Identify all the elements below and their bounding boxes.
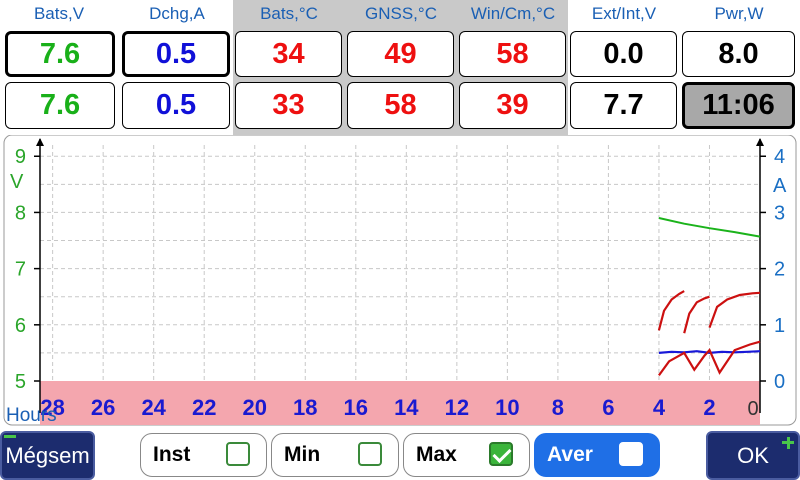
x-tick-label: 6 xyxy=(602,395,614,420)
ok-button-label: OK xyxy=(737,443,769,468)
value-bats-v-2[interactable]: 7.6 xyxy=(5,82,115,129)
toggle-min[interactable]: Min xyxy=(271,433,399,477)
bottom-toolbar xyxy=(0,428,800,480)
value-gnss-c-2[interactable]: 58 xyxy=(347,82,454,129)
value-ext-int-v-2[interactable]: 7.7 xyxy=(570,82,677,129)
left-tick-label: 5 xyxy=(15,371,26,393)
x-tick-label: 0 xyxy=(747,398,758,420)
x-tick-label: 22 xyxy=(192,395,216,420)
clock-display[interactable]: 11:06 xyxy=(682,82,795,129)
x-tick-label: 24 xyxy=(141,395,166,420)
toggle-aver[interactable]: Aver xyxy=(534,433,660,477)
toggle-max-label: Max xyxy=(416,443,457,466)
value-bats-c-1[interactable]: 34 xyxy=(235,31,342,77)
left-tick-label: 8 xyxy=(15,202,26,224)
x-tick-label: 20 xyxy=(242,395,266,420)
left-axis-unit: V xyxy=(10,171,24,193)
right-tick-label: 4 xyxy=(774,146,785,168)
history-chart[interactable]: 56789V01234A28 26 24 22 20 18 16 14 12 10 8 6 4 2 0Hou… xyxy=(0,135,800,428)
x-tick-label: 26 xyxy=(91,395,115,420)
cancel-button[interactable]: Mégsem xyxy=(0,431,95,480)
value-win-cm-c-2[interactable]: 39 xyxy=(459,82,566,129)
left-tick-label: 9 xyxy=(15,146,26,168)
value-dchg-a-2[interactable]: 0.5 xyxy=(122,82,230,129)
ok-button[interactable]: OK xyxy=(706,431,800,480)
left-tick-label: 7 xyxy=(15,259,26,281)
toggle-aver-label: Aver xyxy=(547,443,593,466)
x-tick-label: 14 xyxy=(394,395,419,420)
x-axis-label: Hours xyxy=(6,405,57,426)
checkbox-checked-icon[interactable] xyxy=(489,442,513,466)
x-tick-label: 2 xyxy=(703,395,715,420)
right-axis-unit: A xyxy=(773,175,787,197)
x-tick-label: 10 xyxy=(495,395,519,420)
x-tick-label: 18 xyxy=(293,395,317,420)
header-win-cm-c: Win/Cm,°C xyxy=(470,4,556,23)
right-tick-label: 1 xyxy=(774,315,785,337)
header-bats-v: Bats,V xyxy=(33,4,85,23)
right-tick-label: 0 xyxy=(774,371,785,393)
toggle-min-label: Min xyxy=(284,443,321,466)
checkbox-icon[interactable] xyxy=(619,442,643,466)
minus-icon xyxy=(4,435,16,438)
header-pwr-w: Pwr,W xyxy=(714,4,764,23)
value-dchg-a-1[interactable]: 0.5 xyxy=(122,31,230,77)
cancel-button-label: Mégsem xyxy=(5,443,90,468)
value-bats-v-1[interactable]: 7.6 xyxy=(5,31,115,77)
checkbox-icon[interactable] xyxy=(358,442,382,466)
value-win-cm-c-1[interactable]: 58 xyxy=(459,31,566,77)
toggle-inst-label: Inst xyxy=(153,443,191,466)
x-tick-label: 4 xyxy=(653,395,666,420)
x-tick-label: 16 xyxy=(344,395,368,420)
header-bats-c: Bats,°C xyxy=(260,4,318,23)
right-tick-label: 2 xyxy=(774,259,785,281)
value-pwr-w-1[interactable]: 8.0 xyxy=(682,31,795,77)
x-tick-label: 12 xyxy=(445,395,469,420)
header-ext-int-v: Ext/Int,V xyxy=(591,4,657,23)
toggle-max[interactable]: Max xyxy=(403,433,530,477)
left-tick-label: 6 xyxy=(15,315,26,337)
value-gnss-c-1[interactable]: 49 xyxy=(347,31,454,77)
header-dchg-a: Dchg,A xyxy=(149,4,205,23)
value-bats-c-2[interactable]: 33 xyxy=(235,82,342,129)
x-tick-label: 8 xyxy=(552,395,564,420)
right-tick-label: 3 xyxy=(774,202,785,224)
value-ext-int-v-1[interactable]: 0.0 xyxy=(570,31,677,77)
checkbox-icon[interactable] xyxy=(226,442,250,466)
toggle-inst[interactable]: Inst xyxy=(140,433,267,477)
header-gnss-c: GNSS,°C xyxy=(365,4,437,23)
